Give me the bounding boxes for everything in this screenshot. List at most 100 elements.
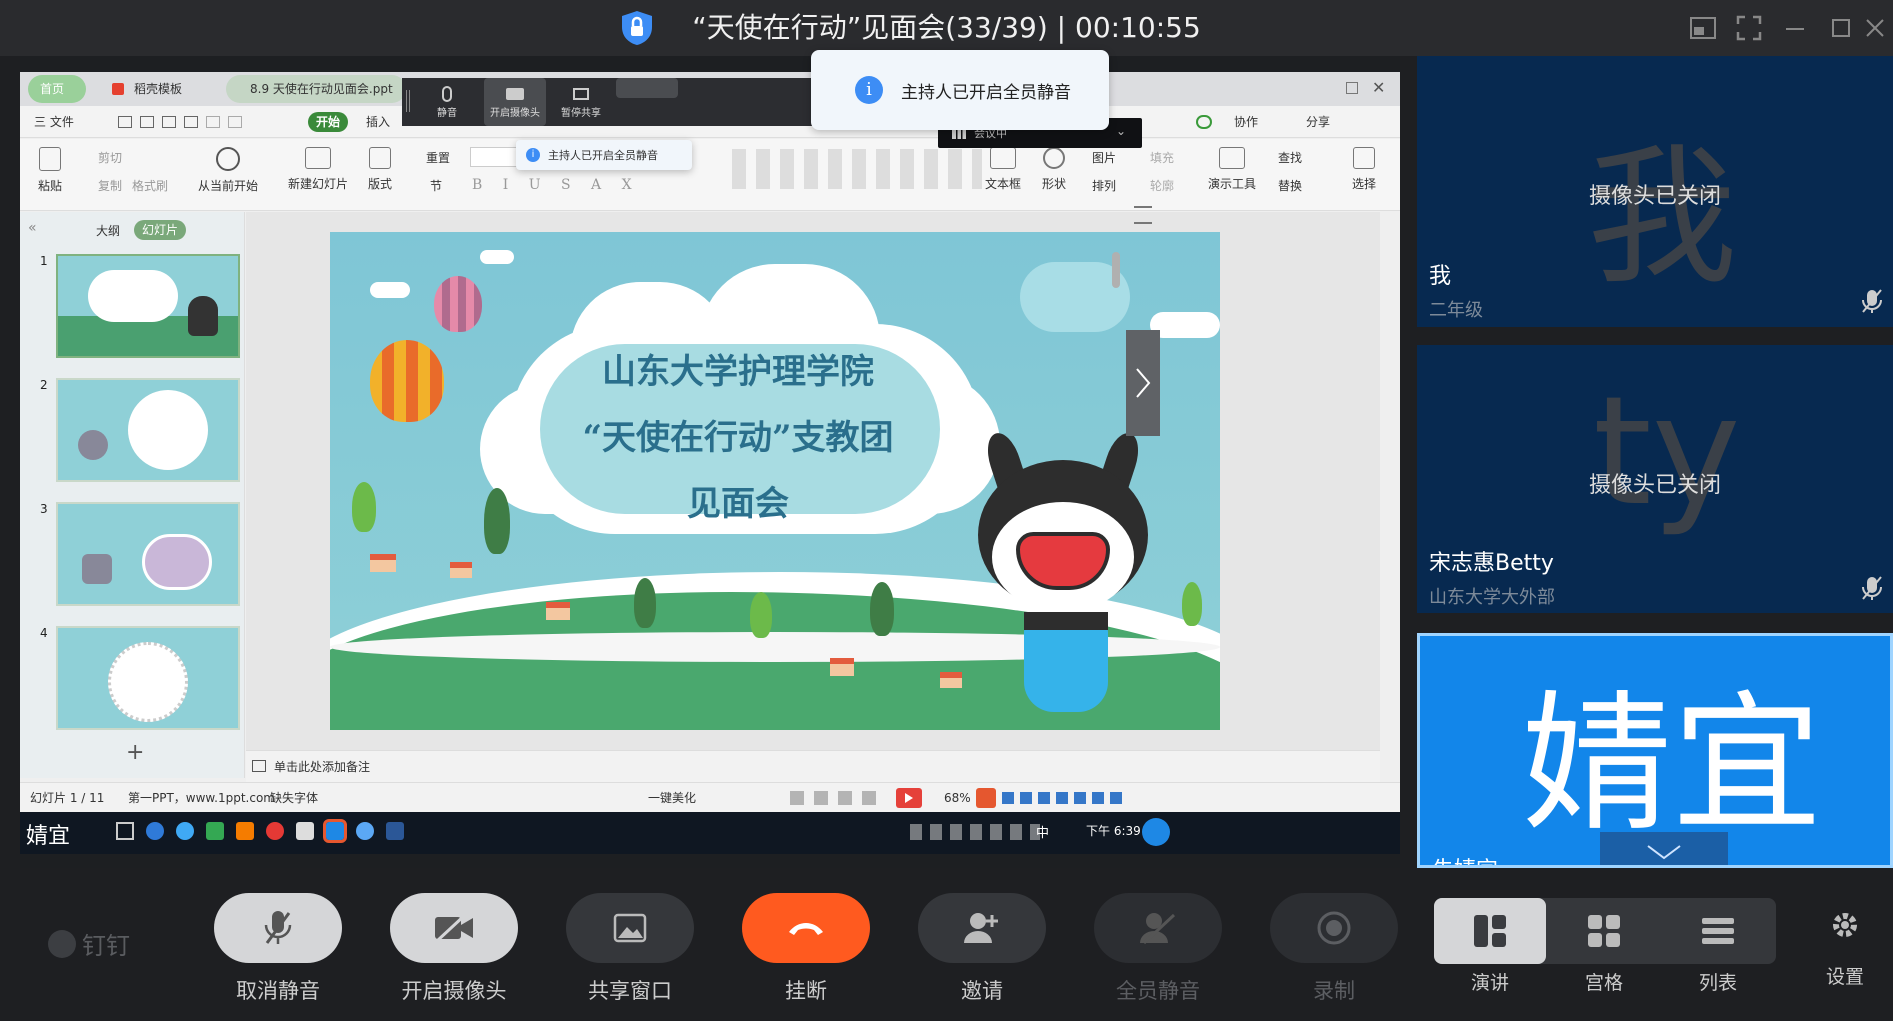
layout-button[interactable]: 版式 xyxy=(360,147,400,192)
camera-on-button[interactable]: 开启摄像头 xyxy=(390,893,518,1021)
record-button[interactable]: 录制 xyxy=(1270,893,1398,1021)
notification-icon[interactable] xyxy=(1142,818,1170,846)
find-button[interactable]: 查找 xyxy=(1278,149,1302,166)
tab-slides[interactable]: 幻灯片 xyxy=(134,220,187,240)
window-restore-icon[interactable] xyxy=(1346,82,1358,94)
shape-button[interactable]: 形状 xyxy=(1034,147,1074,192)
house-icon xyxy=(370,554,396,572)
current-slide[interactable]: 山东大学护理学院 “天使在行动”支教团 见面会 xyxy=(330,232,1220,730)
invite-button[interactable]: 邀请 xyxy=(918,893,1046,1021)
tree-icon xyxy=(484,488,510,554)
maximize-icon[interactable] xyxy=(1821,8,1861,48)
slide-thumbnail-4[interactable] xyxy=(56,626,240,730)
outline-button[interactable]: 轮廓 xyxy=(1150,177,1174,194)
format-painter-button[interactable]: 格式刷 xyxy=(132,177,168,194)
cloud-decoration xyxy=(1150,312,1220,338)
template-credit: 第一PPT，www.1ppt.com xyxy=(128,791,275,805)
unmute-button[interactable]: 取消静音 xyxy=(214,893,342,1021)
participant-subtitle: 山东大学大外部 xyxy=(1429,587,1555,608)
speaker-layout-button[interactable] xyxy=(1434,898,1546,964)
float-pause-share-button[interactable]: 暂停共享 xyxy=(550,78,612,126)
collapse-tiles-button[interactable] xyxy=(1600,832,1728,865)
settings-button[interactable]: 设置 xyxy=(1810,908,1880,989)
invite-icon xyxy=(918,893,1046,963)
participant-name: 宋志惠Betty xyxy=(1429,551,1554,576)
notes-bar[interactable]: 单击此处添加备注 xyxy=(246,750,1380,782)
participant-tile-me[interactable]: 我 摄像头已关闭 我 二年级 xyxy=(1417,56,1893,327)
drag-handle-icon[interactable] xyxy=(406,90,410,112)
tab-ppt-file[interactable]: 8.9 天使在行动见面会.ppt xyxy=(226,75,406,103)
new-slide-button[interactable]: 新建幻灯片 xyxy=(278,147,358,192)
floating-meeting-toolbar: 静音 开启摄像头 暂停共享 xyxy=(402,78,822,126)
cut-button[interactable]: 剪切 xyxy=(98,149,122,166)
slide-thumbnail-3[interactable] xyxy=(56,502,240,606)
house-icon xyxy=(546,602,570,620)
file-menu[interactable]: 三 文件 xyxy=(34,106,74,138)
next-slide-arrow[interactable] xyxy=(1126,330,1160,436)
arrange-button[interactable]: 排列 xyxy=(1092,177,1116,194)
slide-thumbnail-1[interactable] xyxy=(56,254,240,358)
missing-font-button[interactable]: 缺失字体 xyxy=(270,783,318,813)
replace-button[interactable]: 替换 xyxy=(1278,177,1302,194)
participant-name: 我 xyxy=(1429,264,1452,289)
copy-button[interactable]: 复制 xyxy=(98,177,122,194)
thumbnail-number: 4 xyxy=(40,626,48,640)
wps-close-icon[interactable]: ✕ xyxy=(1372,78,1385,97)
fill-button[interactable]: 填充 xyxy=(1150,149,1174,166)
collaborate-button[interactable]: 协作 xyxy=(1234,106,1258,138)
play-slideshow-button[interactable] xyxy=(896,788,922,808)
from-current-label: 从当前开始 xyxy=(197,179,258,193)
list-layout-button[interactable] xyxy=(1662,898,1774,964)
beautify-button[interactable]: 一键美化 xyxy=(648,783,696,813)
tab-outline[interactable]: 大纲 xyxy=(96,222,120,239)
float-mute-button[interactable]: 静音 xyxy=(416,78,478,126)
share-button[interactable]: 分享 xyxy=(1306,106,1330,138)
tab-home[interactable]: 首页 xyxy=(28,75,86,103)
float-mute-label: 静音 xyxy=(437,108,457,119)
grid-layout-button[interactable] xyxy=(1548,898,1660,964)
from-current-button[interactable]: 从当前开始 xyxy=(188,147,268,194)
presentation-tools-button[interactable]: 演示工具 xyxy=(1202,147,1262,192)
picture-button[interactable]: 图片 xyxy=(1092,149,1116,166)
participant-tile-betty[interactable]: ty 摄像头已关闭 宋志惠Betty 山东大学大外部 xyxy=(1417,345,1893,613)
title-bar: “天使在行动”见面会(33/39) | 00:10:55 xyxy=(0,0,1893,56)
minimize-icon[interactable] xyxy=(1775,8,1815,48)
tab-docer-templates[interactable]: 稻壳模板 xyxy=(122,75,212,103)
fullscreen-icon[interactable] xyxy=(1729,8,1769,48)
slide-thumbnail-2[interactable] xyxy=(56,378,240,482)
house-icon xyxy=(450,562,472,578)
share-window-button[interactable]: 共享窗口 xyxy=(566,893,694,1021)
system-tray-icons xyxy=(910,824,1040,840)
tab-insert[interactable]: 插入 xyxy=(366,106,390,138)
zoom-level[interactable]: 68% xyxy=(944,783,971,813)
textbox-button[interactable]: 文本框 xyxy=(980,147,1026,192)
collapse-panel-icon[interactable]: « xyxy=(28,220,37,236)
tab-start[interactable]: 开始 xyxy=(308,112,349,132)
meeting-controls: 钉钉 取消静音 开启摄像头 共享窗口 挂断 邀请 全员静音 录制 演讲 宫格 列… xyxy=(0,868,1893,1014)
house-icon xyxy=(940,672,962,688)
new-slide-label: 新建幻灯片 xyxy=(287,177,348,191)
float-camera-button[interactable]: 开启摄像头 xyxy=(484,78,546,126)
picture-in-picture-icon[interactable] xyxy=(1683,8,1723,48)
float-mute-all-button[interactable] xyxy=(616,78,678,98)
select-button[interactable]: 选择 xyxy=(1344,147,1384,192)
mute-all-button[interactable]: 全员静音 xyxy=(1094,893,1222,1021)
windows-taskbar: 婧宜 中 下午 6:39 xyxy=(20,812,1400,854)
taskbar-app-icons xyxy=(116,819,404,843)
participant-tile-speaker[interactable]: 婧宜 朱婧宜 xyxy=(1417,633,1893,868)
share-icon xyxy=(573,88,589,100)
presentation-icon xyxy=(1219,147,1245,169)
section-button[interactable]: 节 xyxy=(430,177,442,194)
dingtalk-icon xyxy=(48,929,76,958)
camera-off-status: 摄像头已关闭 xyxy=(1588,184,1721,209)
info-icon: i xyxy=(855,76,883,104)
add-slide-icon[interactable]: + xyxy=(126,740,144,765)
reset-button[interactable]: 重置 xyxy=(426,149,450,166)
wps-status-bar: 幻灯片 1 / 11 第一PPT，www.1ppt.com 缺失字体 一键美化 … xyxy=(20,782,1400,812)
close-icon[interactable] xyxy=(1860,8,1890,48)
hangup-button[interactable]: 挂断 xyxy=(742,893,870,1021)
layout-icon xyxy=(369,147,391,169)
canvas-scrollbar[interactable] xyxy=(1112,252,1120,288)
paste-button[interactable]: 粘贴 xyxy=(30,147,70,194)
property-panel-icon[interactable] xyxy=(1134,206,1152,224)
